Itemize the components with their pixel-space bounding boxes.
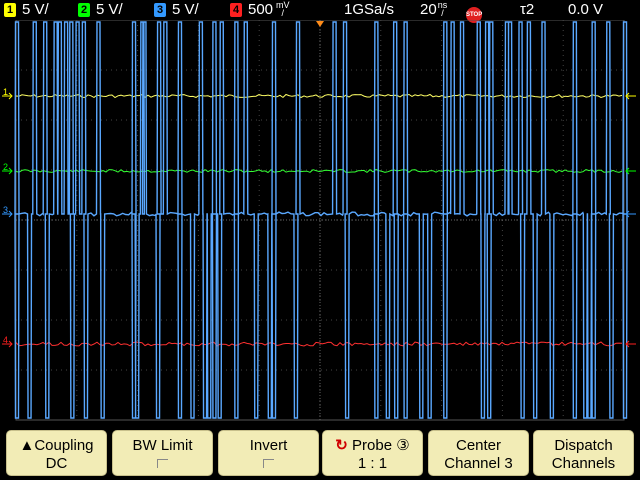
ch3-level-arrow-icon	[625, 210, 636, 218]
timebase-value: 20	[420, 1, 437, 18]
ch4-level-arrow-icon	[625, 340, 636, 348]
ch1-level-arrow-icon	[625, 92, 636, 100]
waveform-svg: 1234	[2, 20, 636, 421]
invert-label: Invert	[249, 437, 288, 454]
ch4-unit: mV /	[276, 1, 290, 18]
waveform-display[interactable]: 1234	[0, 20, 640, 424]
ch4-unit-bot: /	[281, 8, 285, 18]
trigger-source[interactable]: τ2	[520, 1, 534, 19]
trigger-level: 0.0 V	[568, 1, 604, 18]
timebase-unit-bot: /	[441, 8, 444, 18]
rotate-icon: ↻	[335, 437, 348, 454]
ch2-level-arrow-icon	[625, 167, 636, 175]
sample-rate: 1GSa/s	[344, 1, 395, 18]
center-label: Center	[455, 437, 502, 454]
softkey-bar: ▲Coupling DC BW Limit Invert ↻ Probe ③ 1…	[0, 424, 640, 480]
ch2-scale-text: 5 V/	[96, 1, 123, 18]
dispatch-value: Channels	[551, 455, 616, 472]
coupling-value: DC	[45, 455, 68, 472]
ch1-scale[interactable]: 1 5 V/	[4, 1, 49, 19]
bw-limit-toggle-icon	[113, 455, 212, 472]
dispatch-label: Dispatch	[554, 437, 613, 454]
status-bar: 1 5 V/ 2 5 V/ 3 5 V/ 4 500 mV/ 1GSa/s 20 ns / S…	[0, 0, 640, 23]
ch2-scale[interactable]: 2 5 V/	[78, 1, 123, 19]
center-value: Channel 3	[444, 455, 513, 472]
ch4-scale[interactable]: 4 500 mV /	[230, 1, 290, 19]
bw-limit-label: BW Limit	[132, 437, 193, 454]
ch1-scale-text: 5 V/	[22, 1, 49, 18]
ch3-scale-text: 5 V/	[172, 1, 199, 18]
ch4-scale-text: 500	[248, 1, 274, 18]
ch1-badge: 1	[4, 3, 16, 17]
dispatch-channels-softkey[interactable]: Dispatch Channels	[533, 430, 634, 476]
run-stop-indicator[interactable]: STOP	[466, 1, 482, 23]
ch3-badge: 3	[154, 3, 166, 17]
trigger-position-icon[interactable]	[316, 21, 324, 27]
center-channel-softkey[interactable]: Center Channel 3	[428, 430, 529, 476]
probe-softkey[interactable]: ↻ Probe ③ 1 : 1	[322, 430, 423, 476]
invert-toggle-icon	[219, 455, 318, 472]
bw-limit-softkey[interactable]: BW Limit	[112, 430, 213, 476]
invert-softkey[interactable]: Invert	[218, 430, 319, 476]
ch4-badge: 4	[230, 3, 242, 17]
timebase[interactable]: 20 ns /	[420, 1, 447, 19]
coupling-label: ▲Coupling	[19, 437, 94, 454]
ch2-badge: 2	[78, 3, 90, 17]
ch4-trace	[15, 341, 623, 347]
probe-value: 1 : 1	[357, 455, 388, 472]
coupling-softkey[interactable]: ▲Coupling DC	[6, 430, 107, 476]
timebase-unit: ns /	[438, 1, 448, 18]
ch3-scale[interactable]: 3 5 V/	[154, 1, 199, 19]
probe-label: Probe ③	[352, 437, 410, 454]
